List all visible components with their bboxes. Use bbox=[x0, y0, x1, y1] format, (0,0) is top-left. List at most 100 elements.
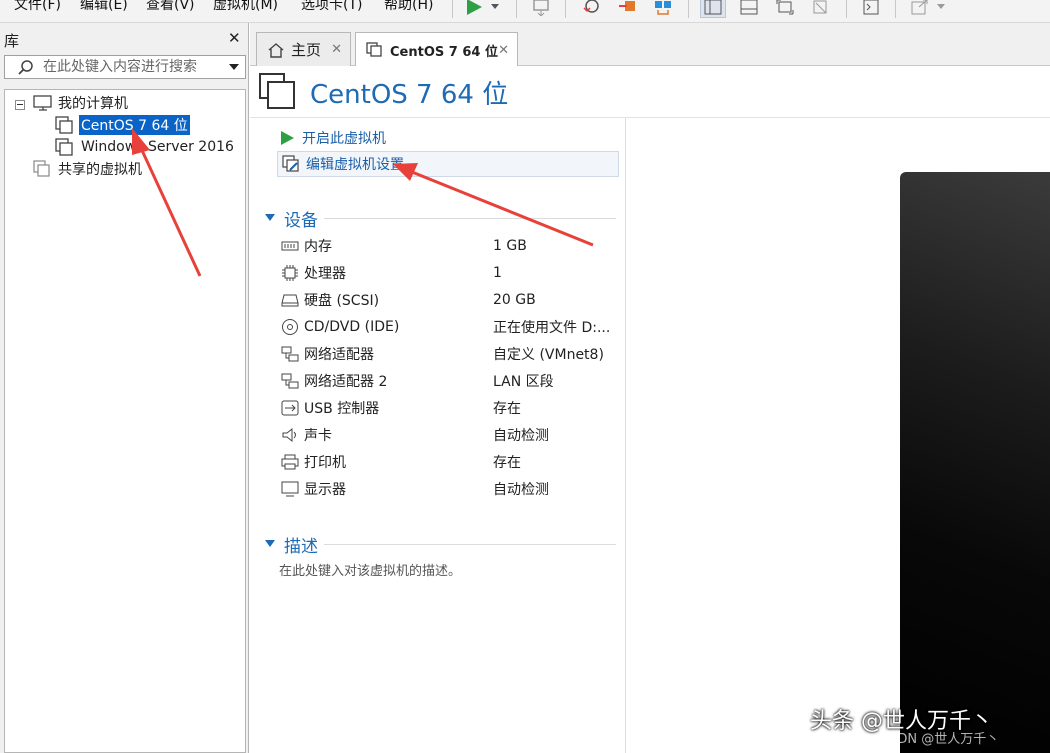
device-name: USB 控制器 bbox=[304, 401, 380, 417]
devices-section-header[interactable]: 设备 bbox=[264, 206, 318, 231]
library-tree: 我的计算机 CentOS 7 64 位 Windows Server 2016 … bbox=[4, 89, 246, 753]
close-icon[interactable]: ✕ bbox=[228, 29, 241, 47]
full-screen-button[interactable] bbox=[772, 0, 798, 18]
thumbnail-layout-icon bbox=[740, 0, 758, 15]
power-dropdown-button[interactable] bbox=[487, 0, 503, 18]
vm-details-panel: 开启此虚拟机 编辑虚拟机设置 设备 内存 1 GB 处理器 1 硬盘 (SCSI… bbox=[250, 118, 626, 753]
stretch-icon bbox=[911, 0, 928, 15]
stretch-guest-button[interactable] bbox=[907, 0, 933, 18]
section-title: 描述 bbox=[284, 536, 318, 557]
close-icon[interactable]: ✕ bbox=[498, 43, 509, 58]
close-icon[interactable]: ✕ bbox=[331, 42, 342, 57]
device-row-usb-controller[interactable]: USB 控制器 存在 bbox=[280, 396, 620, 420]
menu-edit[interactable]: 编辑(E) bbox=[80, 0, 128, 14]
tab-centos[interactable]: CentOS 7 64 位 ✕ bbox=[355, 32, 518, 67]
console-icon bbox=[863, 0, 879, 15]
section-divider bbox=[324, 544, 616, 545]
sound-card-icon bbox=[280, 425, 300, 445]
console-view-button[interactable] bbox=[858, 0, 884, 18]
thumbnail-bar-button[interactable] bbox=[736, 0, 762, 18]
toolbar-separator bbox=[565, 0, 566, 18]
cd-dvd-icon bbox=[280, 317, 300, 337]
tree-item-centos[interactable]: CentOS 7 64 位 bbox=[55, 114, 190, 136]
watermark-sub: CSDN @世人万千丶 bbox=[880, 732, 1000, 747]
chevron-down-icon[interactable] bbox=[227, 60, 241, 74]
library-view-button[interactable] bbox=[700, 0, 726, 18]
toolbar-separator bbox=[895, 0, 896, 18]
device-name: 内存 bbox=[304, 239, 332, 255]
vm-header: CentOS 7 64 位 bbox=[250, 66, 1050, 118]
section-divider bbox=[324, 218, 616, 219]
play-icon bbox=[467, 0, 482, 15]
device-value: 自动检测 bbox=[493, 482, 549, 498]
menu-view[interactable]: 查看(V) bbox=[146, 0, 195, 14]
menu-help[interactable]: 帮助(H) bbox=[384, 0, 433, 14]
device-row-display[interactable]: 显示器 自动检测 bbox=[280, 477, 620, 501]
menu-vm[interactable]: 虚拟机(M) bbox=[213, 0, 278, 14]
menu-file[interactable]: 文件(F) bbox=[14, 0, 61, 14]
power-on-vm-link[interactable]: 开启此虚拟机 bbox=[278, 126, 386, 150]
vm-icon bbox=[55, 116, 73, 134]
edit-settings-icon bbox=[282, 155, 299, 172]
tree-item-windows-server[interactable]: Windows Server 2016 bbox=[55, 136, 236, 158]
hard-disk-icon bbox=[280, 290, 300, 310]
tab-bar: 主页 ✕ CentOS 7 64 位 ✕ bbox=[250, 23, 1050, 67]
description-input[interactable]: 在此处键入对该虚拟机的描述。 bbox=[279, 560, 461, 579]
revert-snapshot-button[interactable] bbox=[614, 0, 640, 18]
collapse-toggle[interactable] bbox=[15, 100, 25, 110]
device-name: CD/DVD (IDE) bbox=[304, 319, 400, 335]
vm-screen-thumbnail[interactable] bbox=[900, 172, 1050, 753]
network-adapter-icon bbox=[280, 344, 300, 364]
collapse-arrow-icon bbox=[265, 214, 275, 221]
device-row-sound-card[interactable]: 声卡 自动检测 bbox=[280, 423, 620, 447]
send-ctrl-alt-del-button[interactable] bbox=[528, 0, 554, 18]
device-row-cd-dvd[interactable]: CD/DVD (IDE) 正在使用文件 D:... bbox=[280, 315, 620, 339]
tree-item-shared-vms[interactable]: 共享的虚拟机 bbox=[33, 158, 144, 180]
device-value: 1 bbox=[493, 265, 502, 281]
usb-controller-icon bbox=[280, 398, 300, 418]
unity-icon bbox=[813, 0, 827, 14]
device-name: 硬盘 (SCSI) bbox=[304, 293, 380, 309]
device-row-memory[interactable]: 内存 1 GB bbox=[280, 234, 620, 258]
device-row-network-adapter-2[interactable]: 网络适配器 2 LAN 区段 bbox=[280, 369, 620, 393]
snapshot-manager-button[interactable] bbox=[650, 0, 676, 18]
play-icon bbox=[281, 131, 294, 145]
tree-item-my-computer[interactable]: 我的计算机 bbox=[33, 92, 130, 114]
snapshot-icon bbox=[583, 0, 599, 13]
library-search-input[interactable] bbox=[43, 58, 221, 76]
tab-label: 主页 bbox=[291, 41, 322, 59]
power-on-button[interactable] bbox=[461, 0, 487, 18]
device-name: 打印机 bbox=[304, 455, 346, 471]
device-row-printer[interactable]: 打印机 存在 bbox=[280, 450, 620, 474]
library-title: 库 bbox=[4, 32, 20, 50]
unity-button[interactable] bbox=[808, 0, 834, 18]
vm-icon bbox=[259, 73, 295, 109]
edit-vm-settings-link[interactable]: 编辑虚拟机设置 bbox=[277, 151, 619, 177]
snapshot-manager-icon bbox=[655, 1, 671, 15]
toolbar-separator bbox=[688, 0, 689, 18]
menu-bar: 文件(F) 编辑(E) 查看(V) 虚拟机(M) 选项卡(T) 帮助(H) bbox=[0, 0, 1050, 23]
tree-item-label: CentOS 7 64 位 bbox=[79, 115, 190, 135]
device-value: 存在 bbox=[493, 455, 521, 471]
device-row-processor[interactable]: 处理器 1 bbox=[280, 261, 620, 285]
vm-preview-area bbox=[627, 118, 1050, 753]
printer-icon bbox=[280, 452, 300, 472]
description-section-header[interactable]: 描述 bbox=[264, 532, 318, 557]
tab-home[interactable]: 主页 ✕ bbox=[256, 32, 351, 66]
tree-item-label: Windows Server 2016 bbox=[81, 139, 234, 155]
stretch-dropdown-button[interactable] bbox=[933, 0, 949, 18]
device-row-network-adapter[interactable]: 网络适配器 自定义 (VMnet8) bbox=[280, 342, 620, 366]
network-adapter-icon bbox=[280, 371, 300, 391]
tree-item-label: 共享的虚拟机 bbox=[58, 162, 142, 178]
menu-tabs[interactable]: 选项卡(T) bbox=[301, 0, 362, 14]
page-title: CentOS 7 64 位 bbox=[310, 80, 509, 110]
snapshot-button[interactable] bbox=[578, 0, 604, 18]
device-name: 声卡 bbox=[304, 428, 332, 444]
home-icon bbox=[268, 42, 284, 58]
search-icon bbox=[18, 60, 33, 75]
vm-icon bbox=[55, 138, 73, 156]
device-row-hard-disk[interactable]: 硬盘 (SCSI) 20 GB bbox=[280, 288, 620, 312]
library-search bbox=[4, 55, 246, 79]
action-label: 编辑虚拟机设置 bbox=[306, 157, 404, 173]
device-value: 20 GB bbox=[493, 292, 536, 308]
